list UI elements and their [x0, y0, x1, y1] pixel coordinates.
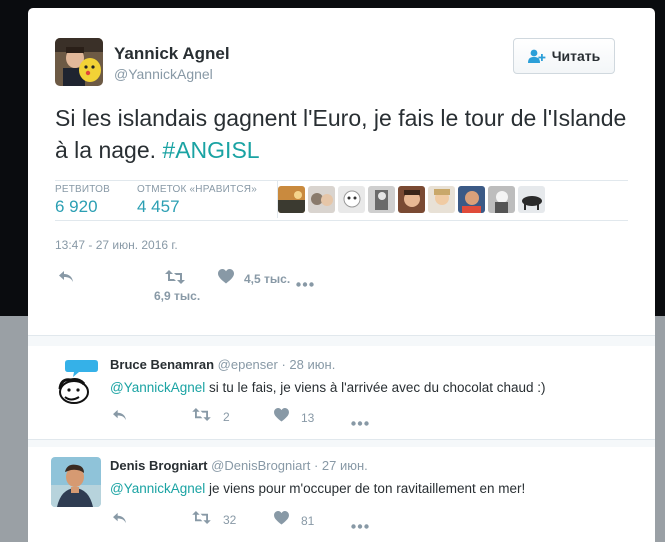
reply-header: Denis Brogniart @DenisBrogniart · 27 июн…	[110, 458, 368, 473]
heart-icon	[274, 511, 289, 530]
liker-avatar[interactable]	[308, 186, 335, 213]
like-count: 13	[301, 410, 315, 425]
reply-icon	[58, 270, 74, 288]
reply-item[interactable]: Bruce Benamran @epenser · 28 июн. @Yanni…	[28, 346, 655, 439]
like-button[interactable]: 13	[274, 408, 314, 427]
liker-avatar[interactable]	[398, 186, 425, 213]
reply-text: @YannickAgnel si tu le fais, je viens à …	[110, 380, 546, 395]
reply-author-handle[interactable]: @DenisBrogniart	[211, 458, 310, 473]
stats-bottom-divider	[55, 220, 628, 221]
reply-avatar[interactable]	[51, 356, 101, 406]
mention-link[interactable]: @YannickAgnel	[110, 380, 205, 395]
likers-avatars	[278, 186, 545, 214]
heart-icon	[218, 269, 234, 289]
reply-date[interactable]: · 28 июн.	[281, 357, 335, 372]
liker-avatar[interactable]	[488, 186, 515, 213]
likes-label: ОТМЕТОК «НРАВИТСЯ»	[137, 184, 257, 195]
retweet-count: 6,9 тыс.	[154, 289, 201, 303]
reply-icon	[112, 408, 127, 426]
more-button[interactable]	[296, 274, 314, 292]
author-name[interactable]: Yannick Agnel	[114, 44, 230, 64]
follow-label: Читать	[551, 48, 601, 64]
reply-author-name[interactable]: Bruce Benamran	[110, 357, 214, 372]
retweets-value[interactable]: 6 920	[55, 197, 98, 217]
like-count: 4,5 тыс.	[244, 272, 291, 286]
retweet-button[interactable]	[165, 270, 185, 289]
reply-text: @YannickAgnel je viens pour m'occuper de…	[110, 481, 525, 496]
more-icon	[296, 274, 314, 292]
retweet-button[interactable]: 32	[192, 511, 236, 529]
like-count: 81	[301, 513, 315, 528]
main-tweet: Yannick Agnel @YannickAgnel Читать Si le…	[28, 8, 655, 335]
heart-icon	[274, 408, 289, 427]
retweet-count: 2	[223, 410, 230, 424]
more-icon	[351, 516, 369, 534]
reply-header: Bruce Benamran @epenser · 28 июн.	[110, 357, 335, 372]
user-plus-icon	[527, 49, 546, 64]
replies-top-divider	[28, 335, 655, 336]
retweet-button[interactable]: 2	[192, 408, 230, 426]
liker-avatar[interactable]	[428, 186, 455, 213]
hashtag-link[interactable]: #ANGISL	[162, 137, 259, 163]
retweet-count: 32	[223, 513, 237, 527]
reply-divider	[28, 439, 655, 440]
liker-avatar[interactable]	[338, 186, 365, 213]
reply-body: si tu le fais, je viens à l'arrivée avec…	[205, 380, 546, 395]
reply-button[interactable]	[112, 408, 127, 426]
like-button[interactable]: 4,5 тыс.	[218, 269, 290, 289]
like-button[interactable]: 81	[274, 511, 314, 530]
liker-avatar[interactable]	[278, 186, 305, 213]
more-icon	[351, 413, 369, 431]
reply-author-handle[interactable]: @epenser	[218, 357, 278, 372]
follow-button[interactable]: Читать	[513, 38, 615, 74]
liker-avatar[interactable]	[458, 186, 485, 213]
more-button[interactable]	[351, 516, 369, 534]
author-avatar[interactable]	[55, 38, 103, 86]
stats-top-divider	[55, 180, 628, 181]
retweet-icon	[192, 511, 211, 529]
retweets-label: РЕТВИТОВ	[55, 184, 111, 195]
retweet-icon	[192, 408, 211, 426]
reply-date[interactable]: · 27 июн.	[314, 458, 368, 473]
more-button[interactable]	[351, 413, 369, 431]
tweet-card: Yannick Agnel @YannickAgnel Читать Si le…	[28, 8, 655, 542]
reply-button[interactable]	[58, 270, 74, 288]
reply-icon	[112, 511, 127, 529]
liker-avatar[interactable]	[518, 186, 545, 213]
reply-button[interactable]	[112, 511, 127, 529]
tweet-text: Si les islandais gagnent l'Euro, je fais…	[55, 102, 635, 166]
author-handle[interactable]: @YannickAgnel	[114, 66, 213, 82]
reply-item[interactable]: Denis Brogniart @DenisBrogniart · 27 июн…	[28, 447, 655, 542]
tweet-body: Si les islandais gagnent l'Euro, je fais…	[55, 105, 627, 163]
reply-body: je viens pour m'occuper de ton ravitaill…	[205, 481, 526, 496]
likes-value[interactable]: 4 457	[137, 197, 180, 217]
liker-avatar[interactable]	[368, 186, 395, 213]
retweet-icon	[165, 270, 185, 289]
mention-link[interactable]: @YannickAgnel	[110, 481, 205, 496]
replies-section: Bruce Benamran @epenser · 28 июн. @Yanni…	[28, 335, 655, 542]
reply-avatar[interactable]	[51, 457, 101, 507]
tweet-timestamp[interactable]: 13:47 - 27 июн. 2016 г.	[55, 238, 178, 252]
reply-author-name[interactable]: Denis Brogniart	[110, 458, 208, 473]
